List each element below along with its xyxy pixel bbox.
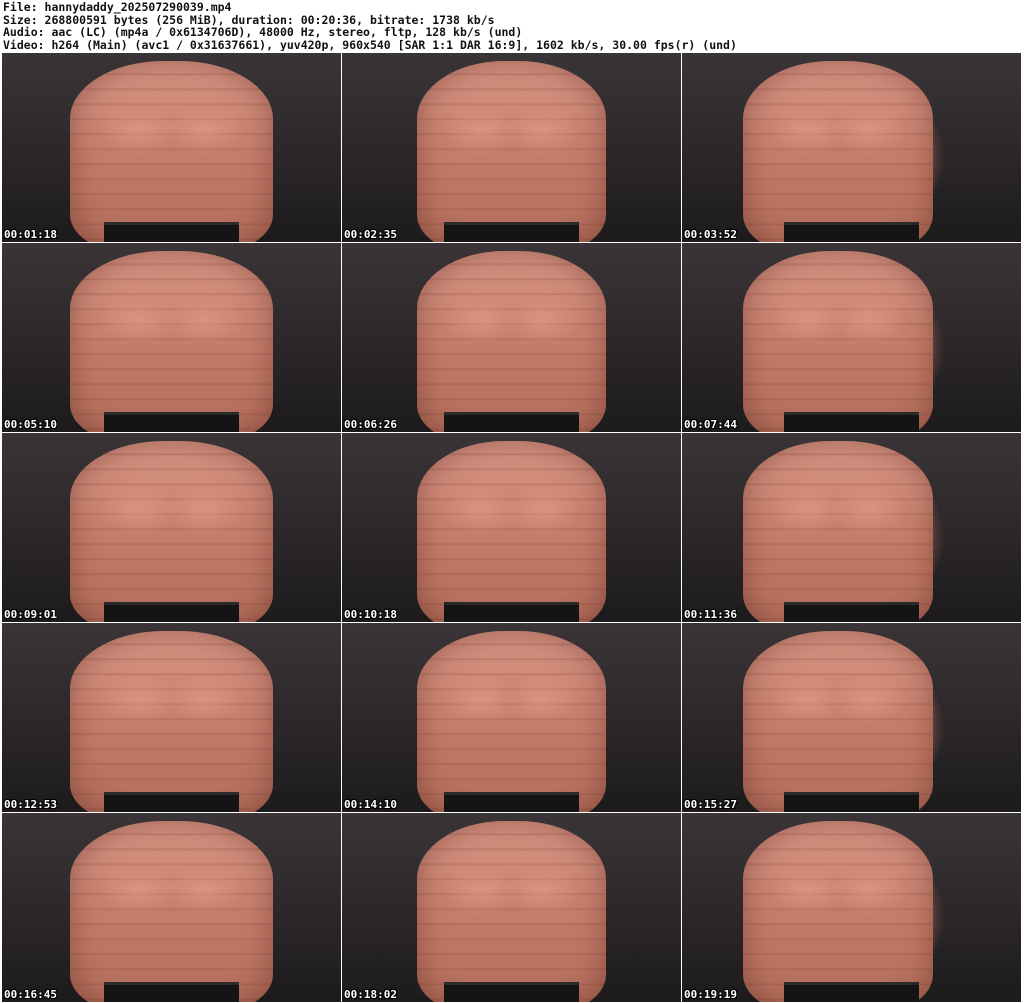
frame-image <box>69 440 274 622</box>
thumbnail-frame: 00:01:18 <box>2 53 341 242</box>
frame-image-detail <box>103 792 240 812</box>
frame-timestamp: 00:06:26 <box>344 418 397 431</box>
thumbnail-frame: 00:06:26 <box>342 243 681 432</box>
frame-timestamp: 00:09:01 <box>4 608 57 621</box>
frame-image <box>69 60 274 242</box>
frame-image <box>743 60 933 242</box>
thumbnail-frame: 00:09:01 <box>2 433 341 622</box>
thumbnail-frame: 00:11:36 <box>682 433 1021 622</box>
frame-image-detail <box>103 222 240 242</box>
thumbnail-frame: 00:15:27 <box>682 623 1021 812</box>
frame-timestamp: 00:05:10 <box>4 418 57 431</box>
frame-image-detail <box>103 602 240 622</box>
frame-image-detail <box>103 982 240 1002</box>
frame-image-detail <box>103 412 240 432</box>
frame-image <box>416 60 607 242</box>
frame-image <box>743 440 933 622</box>
frame-image <box>416 440 607 622</box>
frame-image-detail <box>443 412 580 432</box>
thumbnail-frame: 00:03:52 <box>682 53 1021 242</box>
frame-timestamp: 00:15:27 <box>684 798 737 811</box>
frame-timestamp: 00:02:35 <box>344 228 397 241</box>
thumbnail-grid: 00:01:18 00:02:35 00:03:52 00:05:10 00:0… <box>2 53 1022 1003</box>
frame-image-detail <box>443 982 580 1002</box>
file-name-line: File: hannydaddy_202507290039.mp4 <box>3 1 232 14</box>
thumbnail-frame: 00:07:44 <box>682 243 1021 432</box>
thumbnail-frame: 00:14:10 <box>342 623 681 812</box>
frame-timestamp: 00:12:53 <box>4 798 57 811</box>
frame-timestamp: 00:03:52 <box>684 228 737 241</box>
thumbnail-frame: 00:02:35 <box>342 53 681 242</box>
frame-timestamp: 00:14:10 <box>344 798 397 811</box>
frame-image-detail <box>443 222 580 242</box>
frame-timestamp: 00:19:19 <box>684 988 737 1001</box>
thumbnail-frame: 00:18:02 <box>342 813 681 1002</box>
frame-image-detail <box>783 412 920 432</box>
frame-image <box>69 630 274 812</box>
frame-timestamp: 00:18:02 <box>344 988 397 1001</box>
audio-info-line: Audio: aac (LC) (mp4a / 0x6134706D), 480… <box>3 26 523 39</box>
frame-image-detail <box>443 792 580 812</box>
frame-timestamp: 00:11:36 <box>684 608 737 621</box>
thumbnail-frame: 00:16:45 <box>2 813 341 1002</box>
thumbnail-frame: 00:19:19 <box>682 813 1021 1002</box>
thumbnail-frame: 00:10:18 <box>342 433 681 622</box>
file-size-line: Size: 268800591 bytes (256 MiB), duratio… <box>3 13 495 27</box>
frame-image <box>416 820 607 1002</box>
frame-image-detail <box>783 982 920 1002</box>
frame-image <box>743 820 933 1002</box>
frame-image <box>416 250 607 432</box>
frame-image <box>743 250 933 432</box>
frame-timestamp: 00:16:45 <box>4 988 57 1001</box>
frame-image-detail <box>443 602 580 622</box>
thumbnail-frame: 00:12:53 <box>2 623 341 812</box>
frame-image <box>416 630 607 812</box>
frame-image-detail <box>783 602 920 622</box>
thumbnail-frame: 00:05:10 <box>2 243 341 432</box>
frame-image <box>69 250 274 432</box>
frame-image-detail <box>783 222 920 242</box>
frame-image <box>69 820 274 1002</box>
video-info-line: Video: h264 (Main) (avc1 / 0x31637661), … <box>3 38 737 52</box>
frame-timestamp: 00:10:18 <box>344 608 397 621</box>
file-info-header: File: hannydaddy_202507290039.mp4 Size: … <box>3 1 1021 51</box>
frame-image-detail <box>783 792 920 812</box>
frame-timestamp: 00:01:18 <box>4 228 57 241</box>
frame-image <box>743 630 933 812</box>
frame-timestamp: 00:07:44 <box>684 418 737 431</box>
